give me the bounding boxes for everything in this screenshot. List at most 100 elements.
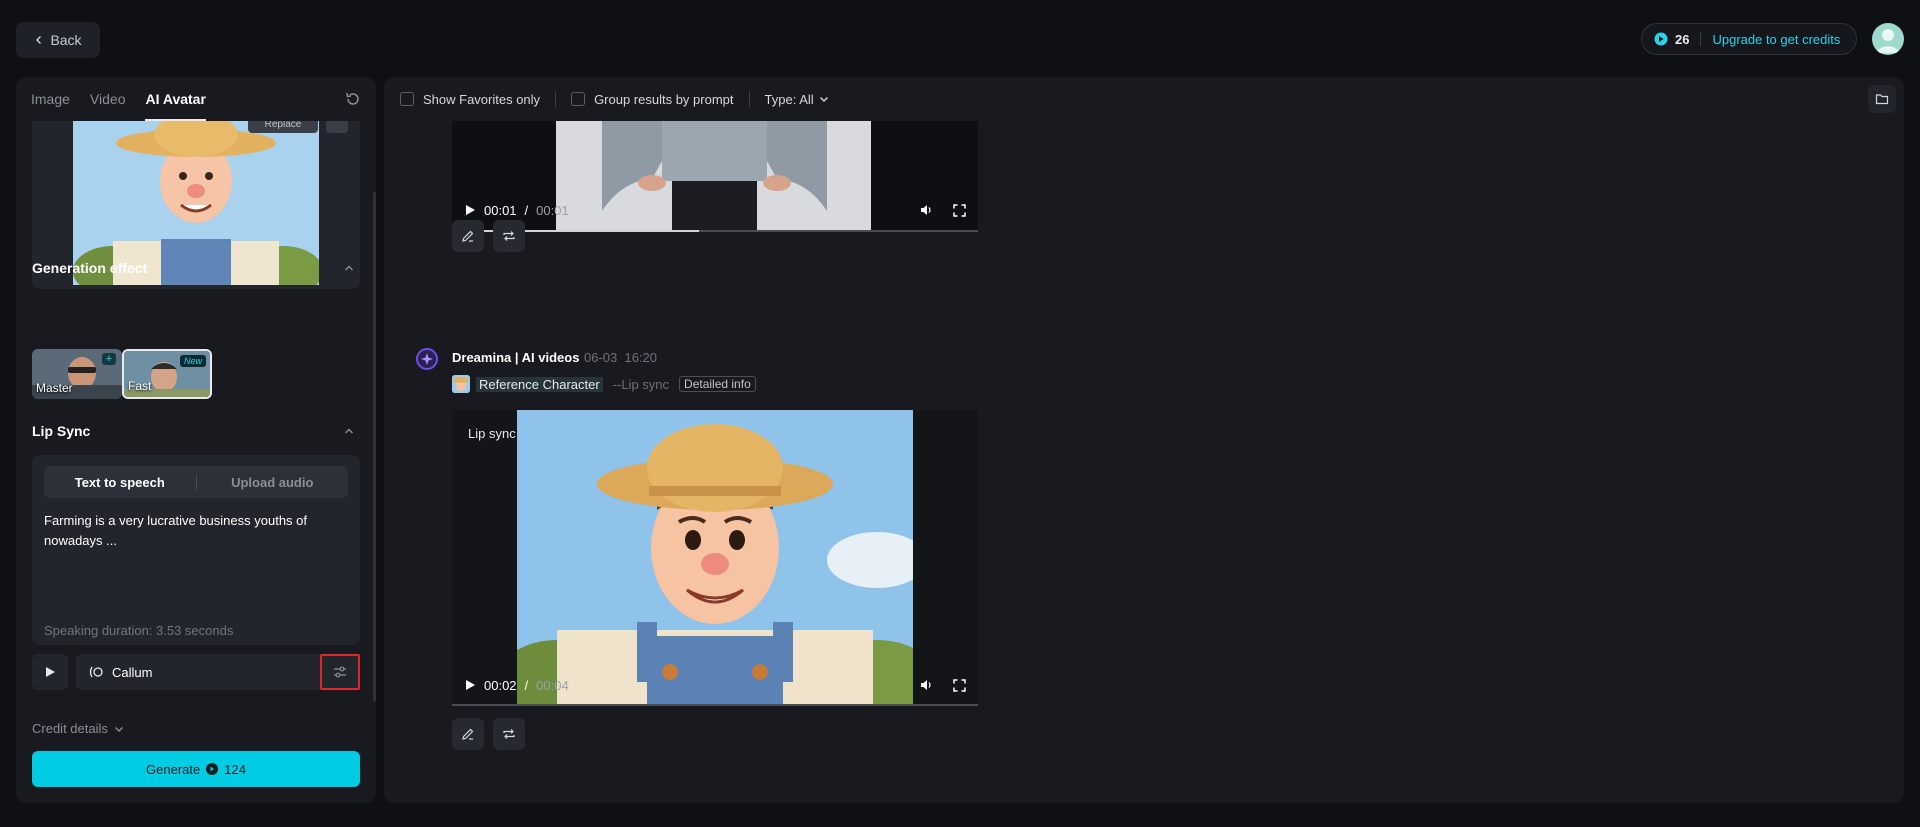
new-badge: New: [179, 355, 206, 367]
credit-details-label: Credit details: [32, 721, 108, 736]
time-separator: /: [524, 677, 529, 693]
results-panel: Show Favorites only Group results by pro…: [384, 77, 1904, 803]
plus-badge-icon: +: [102, 353, 116, 365]
checkbox-icon: [571, 92, 586, 106]
effect-fast-label: Fast: [128, 379, 152, 393]
volume-icon[interactable]: [919, 678, 933, 692]
favorites-label: Show Favorites only: [423, 91, 541, 107]
effect-fast[interactable]: New Fast: [122, 349, 212, 399]
checkbox-icon: [400, 92, 414, 106]
credit-coin-icon: [206, 763, 219, 775]
total-time: 00:04: [536, 677, 569, 693]
progress-fill-1: [452, 230, 700, 232]
type-dropdown[interactable]: Type: All: [765, 92, 829, 107]
replace-button[interactable]: Replace: [248, 121, 318, 133]
current-time: 00:02: [484, 677, 517, 693]
result-author: Dreamina | AI videos: [452, 350, 580, 365]
voice-settings-button[interactable]: [320, 654, 360, 690]
progress-track-1[interactable]: [452, 230, 978, 232]
lip-sync-overlay-label: Lip sync: [468, 426, 516, 441]
delete-icon[interactable]: [326, 121, 348, 133]
upgrade-link[interactable]: Upgrade to get credits: [1712, 32, 1840, 47]
voice-selector[interactable]: Callum: [76, 654, 360, 690]
play-icon[interactable]: [464, 679, 476, 691]
upload-audio-tab[interactable]: Upload audio: [197, 475, 349, 490]
total-time: 00:01: [536, 202, 569, 218]
regenerate-button[interactable]: [493, 220, 525, 252]
dreamina-logo-icon: [416, 348, 438, 370]
group-label: Group results by prompt: [594, 91, 734, 107]
reset-icon[interactable]: [344, 90, 362, 108]
lip-sync-mode-toggle: Text to speech Upload audio: [44, 466, 348, 498]
chevron-up-icon[interactable]: [344, 263, 354, 273]
tab-image[interactable]: Image: [31, 77, 70, 121]
play-icon: [46, 667, 55, 677]
result-time: 16:20: [624, 350, 658, 365]
folder-button[interactable]: [1868, 85, 1896, 113]
edit-button[interactable]: [452, 718, 484, 750]
chevron-down-icon: [114, 726, 123, 732]
progress-track-2[interactable]: [452, 704, 978, 706]
detailed-info-button[interactable]: Detailed info: [679, 376, 756, 392]
voice-preview-button[interactable]: [32, 654, 68, 690]
pencil-icon: [462, 230, 474, 242]
result-timestamp: 06-03 16:20: [584, 350, 657, 365]
reference-thumbnail: [452, 375, 470, 393]
prompt-line: Reference Character --Lip sync Detailed …: [452, 375, 756, 393]
repeat-icon: [503, 231, 515, 241]
video-player-1[interactable]: 00:01 / 00:01: [452, 121, 978, 232]
back-button[interactable]: Back: [16, 22, 100, 58]
video-controls-1: 00:01 / 00:01: [452, 193, 978, 227]
mode-tabs: Image Video AI Avatar: [16, 77, 376, 121]
folder-icon: [1875, 94, 1889, 105]
result-date: 06-03: [584, 350, 618, 365]
pill-divider: [1700, 32, 1702, 46]
group-by-prompt-checkbox[interactable]: Group results by prompt: [571, 91, 734, 107]
credit-details-toggle[interactable]: Credit details: [32, 721, 124, 736]
lip-sync-title: Lip Sync: [32, 423, 91, 439]
fullscreen-icon[interactable]: [953, 203, 966, 217]
credits-pill[interactable]: 26 Upgrade to get credits: [1641, 23, 1857, 55]
filter-divider: [748, 91, 750, 107]
chevron-up-icon[interactable]: [344, 426, 354, 436]
time-separator: /: [524, 202, 529, 218]
scrollbar-thumb[interactable]: [373, 192, 376, 702]
back-label: Back: [50, 32, 82, 48]
text-to-speech-tab[interactable]: Text to speech: [44, 475, 196, 490]
effect-master-label: Master: [36, 381, 73, 395]
chevron-down-icon: [819, 97, 828, 102]
sliders-icon: [334, 666, 346, 678]
mode-tag: --Lip sync: [612, 376, 670, 392]
current-time: 00:01: [484, 202, 517, 218]
play-icon[interactable]: [464, 204, 476, 216]
speaking-duration: Speaking duration: 3.53 seconds: [44, 623, 234, 638]
app-root: Back 26 Upgrade to get credits Image Vid…: [0, 0, 1920, 827]
reference-character-link[interactable]: Reference Character: [476, 376, 603, 392]
lip-sync-card: Text to speech Upload audio Farming is a…: [32, 455, 360, 645]
left-panel: Image Video AI Avatar Replace Generation…: [16, 77, 376, 803]
video-frame-2: [517, 410, 913, 706]
fullscreen-icon[interactable]: [953, 678, 966, 692]
user-avatar[interactable]: [1872, 23, 1904, 55]
edit-button[interactable]: [452, 220, 484, 252]
generation-effect-title: Generation effect: [32, 260, 148, 276]
tab-ai-avatar[interactable]: AI Avatar: [145, 77, 207, 121]
voice-icon: [89, 666, 103, 678]
video-controls-2: 00:02 / 00:04: [452, 668, 978, 702]
type-label: Type: All: [764, 91, 814, 107]
volume-icon[interactable]: [919, 203, 933, 217]
video-player-2[interactable]: Lip sync 00:02 / 00:04: [452, 410, 978, 706]
generate-button[interactable]: Generate 124: [32, 751, 360, 787]
tab-video[interactable]: Video: [90, 77, 126, 121]
voice-name: Callum: [112, 664, 153, 680]
generate-cost: 124: [224, 761, 246, 777]
credit-coin-icon: [1654, 32, 1668, 46]
regenerate-button[interactable]: [493, 718, 525, 750]
filter-bar: Show Favorites only Group results by pro…: [400, 77, 829, 121]
favorites-checkbox[interactable]: Show Favorites only: [400, 92, 540, 107]
chevron-left-icon: [36, 35, 42, 45]
speech-text-input[interactable]: Farming is a very lucrative business you…: [44, 511, 344, 551]
filter-divider: [555, 91, 557, 107]
effect-master[interactable]: + Master: [32, 349, 122, 399]
user-avatar-icon: [1877, 29, 1899, 53]
